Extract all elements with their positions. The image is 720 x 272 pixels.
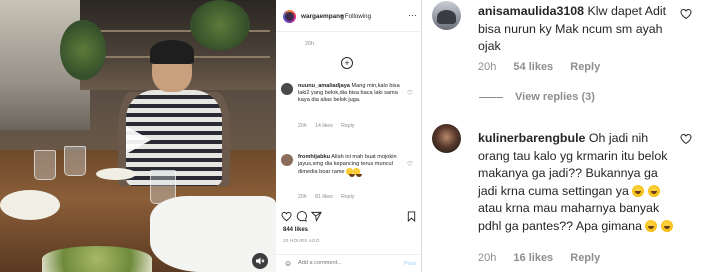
plus-circle-icon[interactable]: + [341,57,353,69]
grinning-sweat-emoji-icon [647,184,660,197]
seated-person [118,40,230,186]
instagram-post-panel: wargaempang • Following ··· 20h + nuunu_… [276,0,422,272]
comment-likes[interactable]: 16 likes [513,252,553,264]
comment-meta: 20h 16 likes Reply [478,252,614,264]
plate [0,190,60,220]
drinking-glass [64,146,86,176]
video-player[interactable] [0,0,276,272]
heart-outline-icon[interactable] [680,8,692,20]
reply-button[interactable]: Reply [341,123,354,129]
comment-meta: 20h 14 likes Reply [298,123,361,129]
zoomed-comments: anisamaulida3108 Klw dapet Adit bisa nur… [422,0,720,272]
avatar[interactable] [432,124,461,153]
heart-outline-icon[interactable] [281,211,292,222]
comment-username[interactable]: nuunu_amaliadjaya [298,83,350,89]
comment-meta: 20h 54 likes Reply [478,61,614,73]
comment-time: 20h [298,194,307,200]
post-header: wargaempang • Following ··· [276,0,422,32]
avatar[interactable] [283,10,296,23]
avatar[interactable] [281,154,293,166]
bookmark-icon[interactable] [406,211,417,222]
post-likes-count[interactable]: 844 likes [283,227,308,233]
comment-likes[interactable]: 81 likes [315,194,333,200]
avatar[interactable] [281,83,293,95]
plate [96,168,136,180]
post-actions [281,211,417,223]
emoji-icon [346,168,356,177]
comment-likes[interactable]: 54 likes [513,61,553,73]
add-comment-bar: ☺ Post [276,254,422,272]
heart-outline-icon[interactable] [680,133,692,145]
comment-text: nuunu_amaliadjaya Mang min,kalo bisa lak… [298,83,406,104]
comment-input[interactable] [298,260,388,266]
heart-outline-icon[interactable]: ♡ [407,89,413,97]
comment-time: 20h [478,252,497,264]
comment-likes[interactable]: 14 likes [315,123,333,129]
avatar[interactable] [432,1,461,30]
grinning-sweat-emoji-icon [660,219,673,232]
reply-button[interactable]: Reply [570,252,600,264]
heart-outline-icon[interactable]: ♡ [407,160,413,168]
comment-time: 20h [478,61,497,73]
paper-plane-icon[interactable] [311,211,322,222]
play-icon[interactable] [120,123,154,157]
divider [479,96,503,98]
comment-bubble-icon[interactable] [296,211,307,222]
caption-time: 20h [305,41,314,47]
comment-meta: 20h 81 likes Reply [298,194,361,200]
post-button[interactable]: Post [404,261,416,267]
comment-text: anisamaulida3108 Klw dapet Adit bisa nur… [478,3,678,56]
comment-text: kulinerbarengbule Oh jadi nih orang tau … [478,130,678,235]
food-dish [42,246,152,272]
more-horizontal-icon[interactable]: ··· [408,10,417,20]
view-replies-button[interactable]: View replies (3) [479,91,595,103]
background-plant [60,20,106,80]
comment-text: fromhijabku Allah ini mah buat mojokin j… [298,154,406,177]
post-age: 20 HOURS AGO [283,238,320,243]
comment-username[interactable]: kulinerbarengbule [478,131,585,145]
post-username[interactable]: wargaempang [301,13,344,20]
reply-button[interactable]: Reply [341,194,354,200]
comment-body: atau krna mau maharnya banyak pdhl ga pa… [478,201,660,233]
comment-time: 20h [298,123,307,129]
reply-button[interactable]: Reply [570,61,600,73]
grinning-sweat-emoji-icon [632,184,645,197]
smiley-icon[interactable]: ☺ [284,259,292,268]
grinning-sweat-emoji-icon [645,219,658,232]
emoji-icon [353,168,363,177]
background-plant [190,0,250,50]
drinking-glass [34,150,56,180]
speaker-muted-icon[interactable] [252,253,268,269]
comment-username[interactable]: fromhijabku [298,154,330,160]
following-status[interactable]: • Following [341,13,371,20]
comment-username[interactable]: anisamaulida3108 [478,4,584,18]
